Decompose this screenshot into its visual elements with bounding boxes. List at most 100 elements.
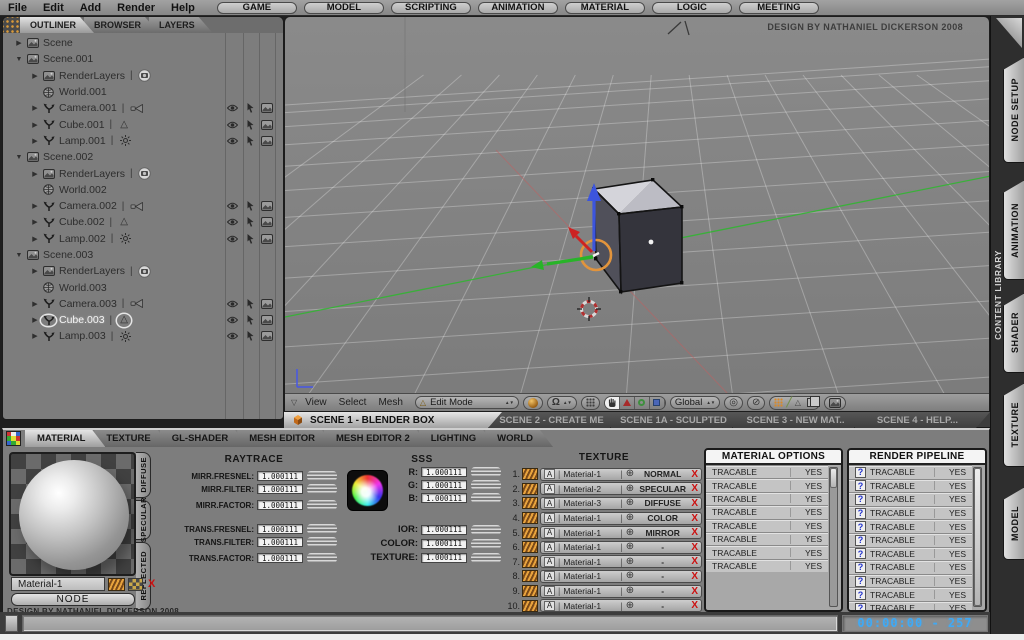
draw-mode-button[interactable] xyxy=(522,395,543,410)
mapping-target-icon[interactable]: ⊕ xyxy=(626,527,634,538)
channel-badge[interactable]: A xyxy=(544,527,555,538)
question-icon[interactable]: ? xyxy=(855,575,866,587)
value-field[interactable]: 1.000111 xyxy=(257,524,303,534)
checker-icon[interactable] xyxy=(128,577,143,591)
mapping-target-icon[interactable]: ⊕ xyxy=(626,513,634,523)
option-value[interactable]: YES xyxy=(805,534,822,544)
option-value[interactable]: YES xyxy=(949,535,966,545)
tree-item-lamp-003[interactable]: ▶ Lamp.003 | xyxy=(3,328,283,344)
question-icon[interactable]: ? xyxy=(855,466,866,478)
option-value[interactable]: YES xyxy=(949,562,966,572)
texture-slot[interactable]: A | Material-1 | ⊕ - X xyxy=(540,584,702,598)
visibility-eye-icon[interactable] xyxy=(227,137,238,145)
mapping-target-icon[interactable]: ⊕ xyxy=(626,571,634,581)
visibility-eye-icon[interactable] xyxy=(227,235,238,243)
viewport-menu-view[interactable]: View xyxy=(305,397,327,408)
selectable-cursor-icon[interactable] xyxy=(246,298,255,309)
mapping-target-icon[interactable]: ⊕ xyxy=(626,556,634,567)
scene-tab-5[interactable]: SCENE 4 - HELP... xyxy=(855,412,990,428)
viewport-menu-select[interactable]: Select xyxy=(339,397,367,408)
tree-item-world-002[interactable]: World.002 xyxy=(3,182,283,198)
slider-handle[interactable] xyxy=(471,538,501,549)
properties-tab-world[interactable]: WORLD xyxy=(485,430,553,447)
texture-icon[interactable] xyxy=(522,526,538,539)
slider-handle[interactable] xyxy=(307,524,337,534)
expand-arrow-icon[interactable]: ▶ xyxy=(29,72,41,80)
properties-tab-texture[interactable]: TEXTURE xyxy=(94,430,170,447)
renderable-icon[interactable] xyxy=(261,233,273,244)
preview-tab-specular[interactable]: SPECULAR xyxy=(136,497,151,543)
delete-texture-icon[interactable]: X xyxy=(691,469,698,480)
scrollbar-thumb[interactable] xyxy=(974,468,981,606)
material-option-row[interactable]: TRACABLE YES xyxy=(706,505,828,519)
cube-mesh[interactable] xyxy=(592,178,684,295)
tree-item-world-003[interactable]: World.003 xyxy=(3,279,283,295)
tree-item-cube-001[interactable]: ▶ Cube.001 | △ xyxy=(3,116,283,132)
pipeline-row[interactable]: ? TRACABLE YES xyxy=(849,587,972,601)
preview-tab-diffuse[interactable]: DIFFUSE xyxy=(136,452,151,498)
manipulator-toggle-button[interactable]: ⊘ xyxy=(746,395,766,410)
sidebar-tab-animation[interactable]: ANIMATION xyxy=(1003,180,1024,280)
texture-icon[interactable] xyxy=(108,577,125,591)
tree-item-cube-003[interactable]: ▶ Cube.003 | △ xyxy=(3,312,283,328)
workspace-tab-logic[interactable]: LOGIC xyxy=(651,1,732,14)
question-icon[interactable]: ? xyxy=(855,561,866,573)
expand-arrow-icon[interactable]: ▶ xyxy=(13,39,25,47)
texture-icon[interactable] xyxy=(522,570,538,583)
vertex-select-button[interactable] xyxy=(619,396,635,409)
pipeline-row[interactable]: ? TRACABLE YES xyxy=(849,478,972,493)
renderable-icon[interactable] xyxy=(261,331,273,342)
material-option-row[interactable]: TRACABLE YES xyxy=(706,518,828,532)
value-field[interactable]: 1.000111 xyxy=(421,493,467,503)
channel-badge[interactable]: A xyxy=(544,542,555,553)
scrollbar[interactable] xyxy=(829,467,838,607)
statusbar-handle[interactable] xyxy=(5,614,18,632)
renderable-icon[interactable] xyxy=(261,135,273,146)
value-field[interactable]: 1.000111 xyxy=(421,467,467,477)
texture-slot[interactable]: A | Material-1 | ⊕ NORMAL X xyxy=(540,467,702,481)
edge-select-button[interactable] xyxy=(634,396,650,409)
workspace-tab-game[interactable]: GAME xyxy=(216,1,297,14)
option-value[interactable]: YES xyxy=(805,548,822,558)
outliner-tab-browser[interactable]: BROWSER xyxy=(84,17,159,33)
grid-dots-icon[interactable] xyxy=(3,17,20,33)
texture-slot[interactable]: A | Material-1 | ⊕ COLOR X xyxy=(540,511,702,525)
delete-texture-icon[interactable]: X xyxy=(691,556,698,567)
mode-dropdown[interactable]: △ Edit Mode ▲▼ xyxy=(414,396,519,409)
question-icon[interactable]: ? xyxy=(855,602,866,610)
renderable-icon[interactable] xyxy=(261,315,273,326)
slider-handle[interactable] xyxy=(307,500,337,510)
outliner-tab-layers[interactable]: LAYERS xyxy=(149,17,213,33)
properties-tab-lighting[interactable]: LIGHTING xyxy=(419,430,496,447)
rotation-pivot-button[interactable]: ◎ xyxy=(724,395,743,410)
sidebar-tab-shader[interactable]: SHADER xyxy=(1003,293,1024,373)
pipeline-row[interactable]: ? TRACABLE YES xyxy=(849,573,972,588)
slider-handle[interactable] xyxy=(471,552,501,563)
expand-arrow-icon[interactable]: ▶ xyxy=(29,267,41,275)
menu-file[interactable]: File xyxy=(8,2,27,14)
selectable-cursor-icon[interactable] xyxy=(246,103,255,114)
tree-item-scene-001[interactable]: ▼ Scene.001 xyxy=(3,51,283,67)
pipeline-row[interactable]: ? TRACABLE YES xyxy=(849,505,972,520)
snap-grid-button[interactable] xyxy=(580,395,600,410)
slider-handle[interactable] xyxy=(307,471,337,481)
question-icon[interactable]: ? xyxy=(855,589,866,601)
texture-slot[interactable]: A | Material-2 | ⊕ SPECULAR X xyxy=(540,482,702,496)
option-value[interactable]: YES xyxy=(805,494,822,504)
viewport-3d[interactable]: DESIGN BY NATHANIEL DICKERSON 2008 ▽ Vie… xyxy=(284,16,990,412)
expand-arrow-icon[interactable]: ▶ xyxy=(29,235,41,243)
pipeline-row[interactable]: ? TRACABLE YES xyxy=(849,519,972,533)
question-icon[interactable]: ? xyxy=(855,507,866,519)
channel-badge[interactable]: A xyxy=(544,556,555,567)
material-name-field[interactable]: Material-1 xyxy=(11,577,105,591)
layer-cluster[interactable]: ╱ △ xyxy=(769,395,820,410)
slider-handle[interactable] xyxy=(307,537,337,547)
delete-texture-icon[interactable]: X xyxy=(691,571,698,582)
delete-material-icon[interactable]: X xyxy=(148,578,155,590)
expand-arrow-icon[interactable]: ▶ xyxy=(29,121,41,129)
hand-tool-button[interactable] xyxy=(604,396,620,409)
slider-handle[interactable] xyxy=(471,467,501,477)
visibility-eye-icon[interactable] xyxy=(227,202,238,210)
preview-tab-reflected[interactable]: REFLECTED xyxy=(136,542,151,610)
visibility-eye-icon[interactable] xyxy=(227,218,238,226)
